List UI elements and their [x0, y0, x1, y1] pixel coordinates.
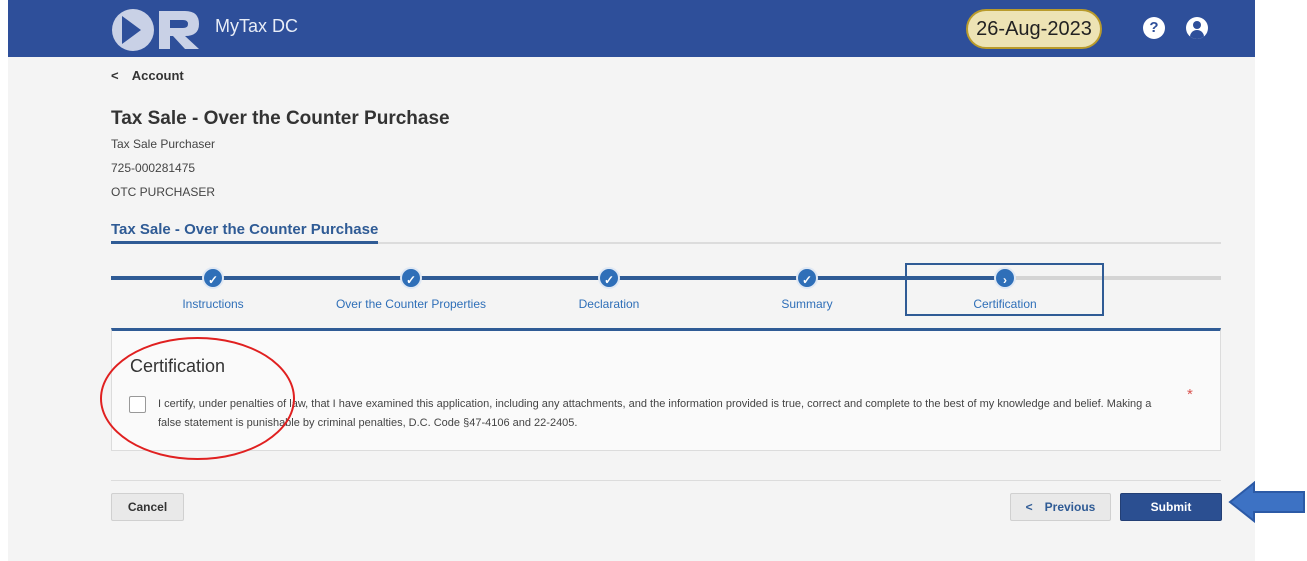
arrow-left-icon	[1228, 481, 1305, 523]
account-id: 725-000281475	[111, 161, 196, 175]
certification-statement: I certify, under penalties of law, that …	[158, 398, 1152, 429]
top-header: MyTax DC 26-Aug-2023 ?	[8, 0, 1255, 57]
step-label-properties[interactable]: Over the Counter Properties	[311, 297, 511, 311]
current-date-badge: 26-Aug-2023	[966, 9, 1102, 49]
submit-button[interactable]: Submit	[1120, 493, 1222, 521]
step-label-summary[interactable]: Summary	[707, 297, 907, 311]
previous-button[interactable]: < Previous	[1010, 493, 1111, 521]
breadcrumb[interactable]: < Account	[111, 68, 184, 83]
cancel-button[interactable]: Cancel	[111, 493, 184, 521]
step-summary-check-icon[interactable]: ✓	[796, 267, 818, 289]
account-name: OTC PURCHASER	[111, 185, 216, 199]
page-title: Tax Sale - Over the Counter Purchase	[111, 108, 450, 129]
otr-logo[interactable]	[111, 6, 203, 54]
app-frame: MyTax DC 26-Aug-2023 ? < Account Tax Sal…	[8, 0, 1255, 561]
step-label-declaration[interactable]: Declaration	[509, 297, 709, 311]
required-indicator: *	[1187, 386, 1193, 403]
tab-active-indicator	[111, 241, 378, 244]
user-account-icon[interactable]	[1186, 17, 1208, 39]
chevron-left-icon: <	[111, 68, 119, 83]
step-label-instructions[interactable]: Instructions	[113, 297, 313, 311]
step-instructions-check-icon[interactable]: ✓	[202, 267, 224, 289]
app-title: MyTax DC	[215, 16, 299, 36]
previous-label: Previous	[1044, 500, 1096, 514]
step-declaration-check-icon[interactable]: ✓	[598, 267, 620, 289]
step-properties-check-icon[interactable]: ✓	[400, 267, 422, 289]
footer-divider	[111, 480, 1221, 481]
active-step-highlight	[905, 263, 1104, 316]
breadcrumb-account-link[interactable]: Account	[132, 68, 184, 83]
chevron-left-icon: <	[1025, 500, 1033, 514]
stepper-progress-line	[111, 276, 1006, 280]
help-icon[interactable]: ?	[1143, 17, 1165, 39]
highlight-circle-annotation	[100, 337, 295, 460]
account-type: Tax Sale Purchaser	[111, 137, 216, 151]
tab-tax-sale[interactable]: Tax Sale - Over the Counter Purchase	[111, 221, 378, 238]
